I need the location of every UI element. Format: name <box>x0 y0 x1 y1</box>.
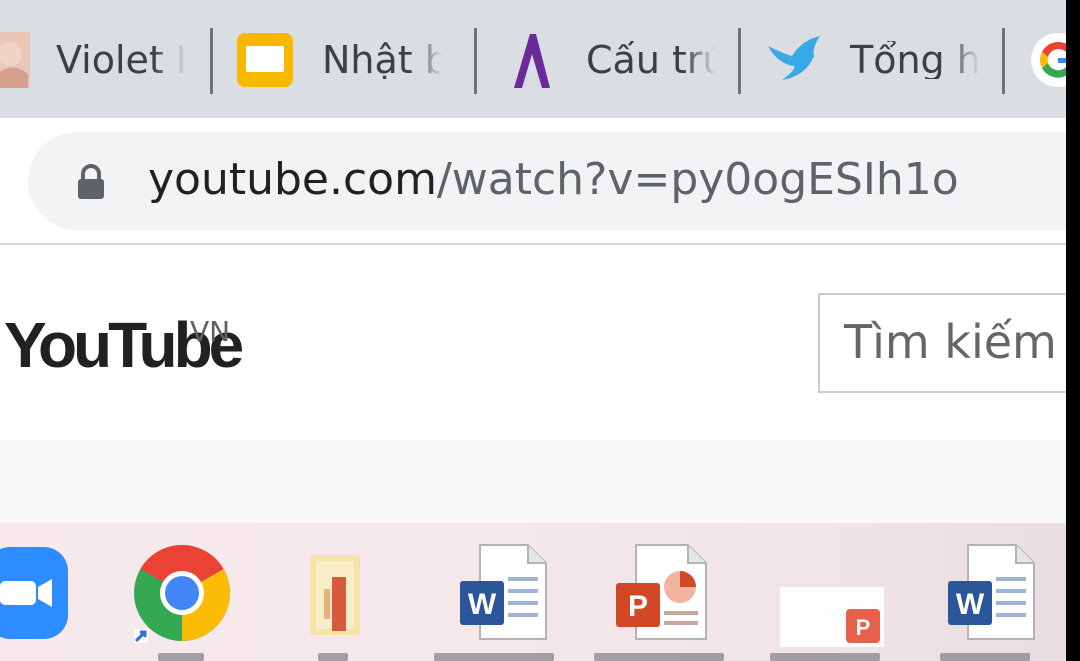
svg-text:W: W <box>468 588 497 621</box>
url-path: /watch?v=py0ogESIh1o <box>436 154 959 205</box>
url-host: youtube.com <box>148 154 437 205</box>
bookmark-label: Violet I <box>56 41 186 79</box>
powerpoint-file-icon[interactable]: P <box>780 579 890 651</box>
bookmark-separator <box>1002 28 1005 94</box>
bookmarks-bar: Violet I Nhật b Cấu trú Tổng h <box>0 0 1080 118</box>
powerpoint-doc-icon[interactable]: P <box>614 543 710 643</box>
taskbar-label <box>594 653 724 661</box>
bookmark-separator <box>738 28 741 94</box>
svg-text:P: P <box>856 615 871 640</box>
lock-icon[interactable] <box>76 164 106 200</box>
url-text[interactable]: youtube.com/watch?v=py0ogESIh1o <box>148 154 959 205</box>
desktop-taskbar: W P P W <box>0 523 1080 661</box>
taskbar-label <box>434 653 554 661</box>
taskbar-label <box>770 653 880 661</box>
bird-favicon-icon <box>768 36 820 80</box>
browser-toolbar: youtube.com/watch?v=py0ogESIh1o <box>0 118 1080 244</box>
taskbar-label <box>940 653 1030 661</box>
bookmark-separator <box>474 28 477 94</box>
bookmark-nhat-ban[interactable]: Nhật b <box>236 24 452 96</box>
slides-favicon-icon <box>237 33 293 87</box>
country-code: VN <box>190 315 231 348</box>
taskbar-label <box>318 653 348 661</box>
screen-edge <box>1066 0 1080 661</box>
bookmark-cau-truc[interactable]: Cấu trú <box>510 24 720 96</box>
bookmark-label: Cấu trú <box>586 41 716 79</box>
bookmark-separator <box>210 28 213 94</box>
svg-text:P: P <box>628 590 648 623</box>
page-content-area <box>0 441 1080 523</box>
svg-text:W: W <box>956 588 985 621</box>
chrome-icon[interactable] <box>132 543 232 643</box>
word-doc-icon[interactable]: W <box>946 543 1038 643</box>
bookmark-label: Nhật b <box>322 41 442 79</box>
zoom-icon[interactable] <box>0 543 70 643</box>
bookmark-tong-hop[interactable]: Tổng h <box>766 24 986 96</box>
lambda-favicon-icon <box>514 34 550 88</box>
folder-file-icon[interactable] <box>306 549 364 639</box>
word-doc-icon[interactable]: W <box>458 543 550 643</box>
violet-favicon-icon <box>0 32 30 88</box>
search-input[interactable]: Tìm kiếm <box>818 293 1080 393</box>
youtube-page: YouTube VN Tìm kiếm <box>0 245 1080 523</box>
bookmark-violet[interactable]: Violet I <box>0 24 200 96</box>
bookmark-label: Tổng h <box>850 41 980 79</box>
search-placeholder: Tìm kiếm <box>844 315 1057 369</box>
taskbar-label <box>158 653 204 661</box>
